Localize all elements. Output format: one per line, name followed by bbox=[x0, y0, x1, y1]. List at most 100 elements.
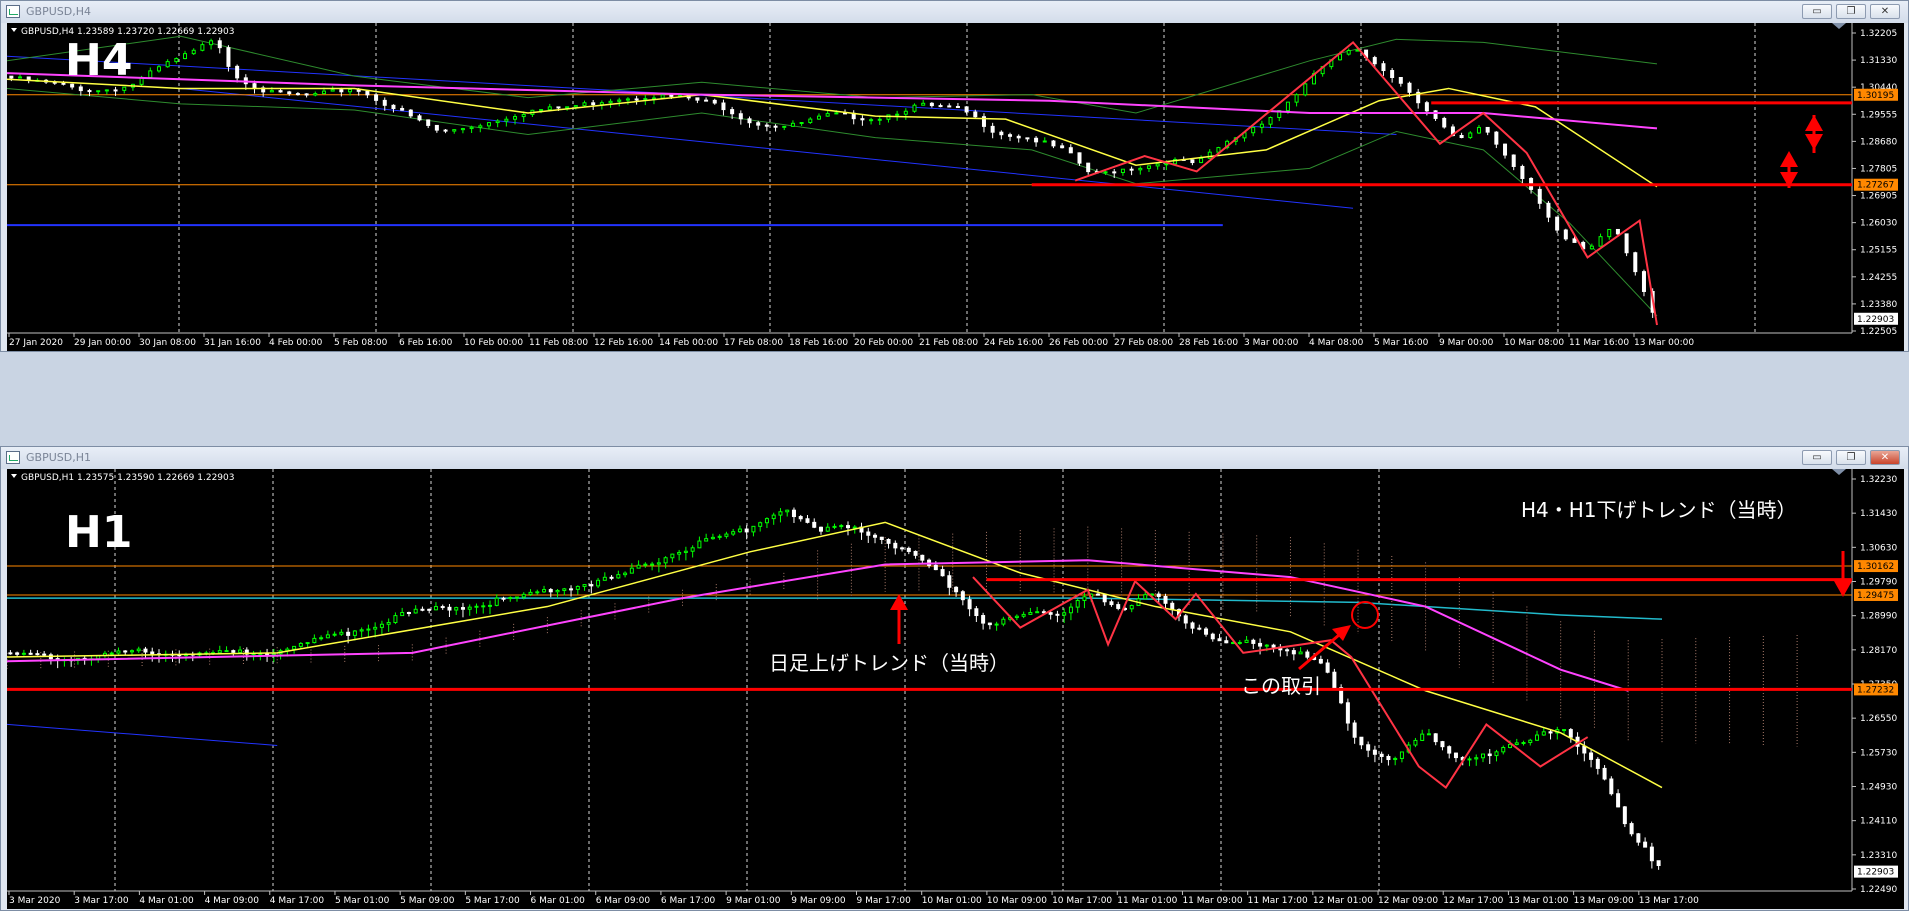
x-tick-label: 21 Feb 08:00 bbox=[919, 338, 978, 348]
candle-body bbox=[1649, 846, 1654, 862]
chart-canvas-h1[interactable]: 1.32230 1.31430 1.30630 1.29790 1.28990 1.281… bbox=[7, 469, 1904, 909]
candle-body bbox=[1156, 593, 1161, 597]
candle-body bbox=[669, 94, 674, 97]
candle-body bbox=[116, 650, 121, 654]
x-tick-label: 3 Mar 17:00 bbox=[74, 896, 129, 906]
candle-body bbox=[508, 597, 513, 600]
candle-body bbox=[967, 599, 972, 610]
x-tick-label: 4 Mar 01:00 bbox=[139, 896, 194, 906]
candle-body bbox=[427, 608, 432, 611]
candle-body bbox=[1041, 611, 1046, 614]
candle-body bbox=[1264, 644, 1269, 647]
annotation-daily-uptrend: 日足上げトレンド（当時） bbox=[769, 651, 1009, 675]
candle-body bbox=[143, 648, 148, 653]
x-tick-label: 9 Mar 17:00 bbox=[857, 896, 912, 906]
price-chart-h4[interactable]: 1.32205 1.31330 1.30440 1.29555 1.28680 1.278… bbox=[7, 23, 1904, 351]
x-tick-label: 11 Mar 01:00 bbox=[1117, 896, 1177, 906]
y-tick-label: 1.29790 bbox=[1860, 578, 1897, 588]
candle-body bbox=[1224, 640, 1229, 644]
candle-body bbox=[1624, 233, 1629, 254]
y-tick-label: 1.24110 bbox=[1860, 817, 1897, 827]
candle-body bbox=[174, 58, 179, 63]
candle-body bbox=[869, 119, 874, 122]
candle-body bbox=[785, 509, 790, 513]
candle-body bbox=[1487, 753, 1492, 757]
x-tick-label: 10 Mar 17:00 bbox=[1052, 896, 1112, 906]
candle-body bbox=[136, 648, 141, 652]
candle-body bbox=[1390, 70, 1395, 78]
candle-body bbox=[359, 629, 364, 632]
candle-body bbox=[940, 569, 945, 577]
y-tick-label: 1.22490 bbox=[1860, 885, 1897, 895]
x-tick-label: 9 Mar 01:00 bbox=[726, 896, 781, 906]
close-button[interactable]: ✕ bbox=[1870, 4, 1900, 19]
candle-body bbox=[1633, 252, 1638, 273]
minimize-button[interactable]: ▭ bbox=[1802, 4, 1832, 19]
candle-body bbox=[209, 40, 214, 46]
candle-body bbox=[591, 102, 596, 106]
candle-body bbox=[1352, 722, 1357, 738]
candle-body bbox=[1541, 731, 1546, 736]
titlebar-h4[interactable]: GBPUSD,H4 ▭ ❐ ✕ bbox=[1, 1, 1908, 23]
candle-body bbox=[96, 90, 101, 93]
candle-body bbox=[1503, 143, 1508, 156]
chart-canvas-h4[interactable]: 1.322051.313301.304401.295551.286801.278… bbox=[7, 23, 1904, 351]
candle-body bbox=[704, 99, 709, 102]
candle-body bbox=[1285, 649, 1290, 652]
candle-body bbox=[852, 526, 857, 529]
candle-body bbox=[565, 106, 570, 109]
restore-button[interactable]: ❐ bbox=[1836, 4, 1866, 19]
candle-body bbox=[1372, 749, 1377, 755]
candle-body bbox=[150, 651, 155, 655]
x-tick-label: 5 Mar 01:00 bbox=[335, 896, 390, 906]
x-tick-label: 6 Feb 16:00 bbox=[399, 338, 453, 348]
titlebar-h1[interactable]: GBPUSD,H1 ▭ ❐ ✕ bbox=[1, 447, 1908, 469]
candle-body bbox=[582, 584, 587, 587]
minimize-button[interactable]: ▭ bbox=[1802, 450, 1832, 465]
candle-body bbox=[1109, 601, 1114, 606]
candle-body bbox=[860, 118, 865, 121]
candle-body bbox=[365, 90, 370, 96]
candle-body bbox=[528, 591, 533, 595]
y-tick-label: 1.31330 bbox=[1860, 56, 1897, 66]
candle-body bbox=[406, 612, 411, 615]
candle-body bbox=[1359, 736, 1364, 746]
x-tick-label: 11 Mar 09:00 bbox=[1182, 896, 1242, 906]
x-tick-label: 5 Mar 17:00 bbox=[465, 896, 520, 906]
candle-body bbox=[1318, 658, 1323, 664]
candle-body bbox=[292, 645, 297, 650]
candle-body bbox=[1068, 606, 1073, 614]
x-tick-label: 11 Mar 17:00 bbox=[1248, 896, 1308, 906]
candle-body bbox=[413, 608, 418, 614]
candle-body bbox=[744, 528, 749, 533]
x-tick-label: 27 Jan 2020 bbox=[9, 338, 63, 348]
restore-button[interactable]: ❐ bbox=[1836, 450, 1866, 465]
candle-body bbox=[634, 98, 639, 101]
chart-window-h1: GBPUSD,H1 ▭ ❐ ✕ 1.32230 1.31430 1.30630 1.2… bbox=[0, 446, 1909, 911]
candle-body bbox=[1572, 238, 1577, 243]
close-button[interactable]: ✕ bbox=[1870, 450, 1900, 465]
y-tick-label: 1.28990 bbox=[1860, 612, 1897, 622]
candle-body bbox=[235, 65, 240, 79]
candle-body bbox=[873, 534, 878, 538]
candle-body bbox=[495, 120, 500, 124]
price-label: 1.30195 bbox=[1857, 91, 1894, 101]
y-tick-label: 1.30630 bbox=[1860, 543, 1897, 553]
price-chart-h1[interactable]: 1.32230 1.31430 1.30630 1.29790 1.28990 1.281… bbox=[7, 469, 1904, 909]
candle-body bbox=[596, 579, 601, 587]
candle-body bbox=[1420, 733, 1425, 741]
candle-body bbox=[1615, 228, 1620, 235]
candle-body bbox=[42, 653, 47, 656]
candle-body bbox=[1082, 596, 1087, 601]
candle-body bbox=[1051, 140, 1056, 147]
candle-body bbox=[764, 124, 769, 127]
candle-body bbox=[535, 591, 540, 594]
candle-body bbox=[325, 634, 330, 639]
y-tick-label: 1.26030 bbox=[1860, 219, 1897, 229]
candle-body bbox=[1034, 137, 1039, 143]
candle-body bbox=[1345, 702, 1350, 724]
candle-body bbox=[443, 129, 448, 132]
y-tick-label: 1.31430 bbox=[1860, 509, 1897, 519]
candle-body bbox=[1609, 778, 1614, 795]
candle-body bbox=[1332, 671, 1337, 689]
